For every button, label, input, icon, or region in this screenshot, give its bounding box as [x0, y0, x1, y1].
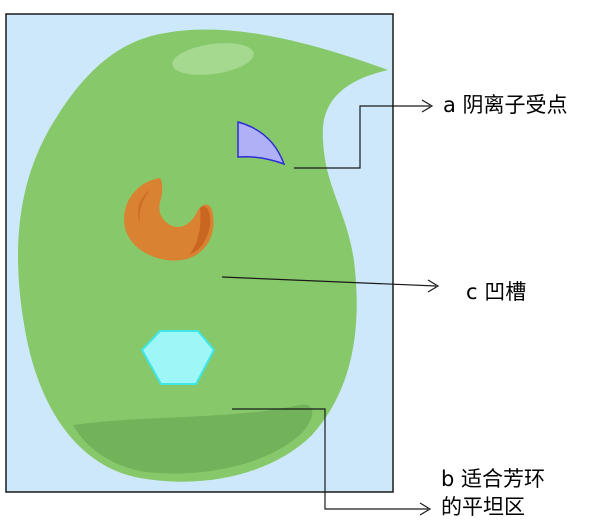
label-flat-aromatic-region: b 适合芳环 的平坦区: [441, 465, 545, 521]
label-cavity: c 凹槽: [466, 280, 527, 304]
label-flat-aromatic-region-line1: b 适合芳环: [441, 467, 546, 491]
receptor-diagram: [5, 13, 440, 516]
label-anion-receptor-site: a 阴离子受点: [443, 93, 568, 117]
label-flat-aromatic-region-line2: 的平坦区: [441, 495, 525, 519]
